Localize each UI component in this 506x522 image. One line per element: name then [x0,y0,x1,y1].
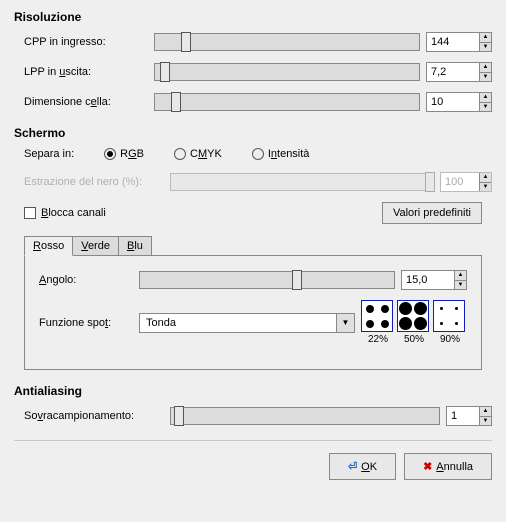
estrazione-slider [170,173,434,191]
section-antialiasing: Antialiasing Sovracampionamento: ▲▼ [14,384,492,426]
row-cella: Dimensione cella: ▲▼ [24,92,492,112]
cpp-label: CPP in ingresso: [24,36,148,48]
estrazione-input [441,173,479,191]
spot-select[interactable]: Tonda ▼ [139,313,355,333]
radio-cmyk[interactable]: CMYK [174,148,222,160]
angolo-slider[interactable] [139,271,395,289]
valori-predefiniti-button[interactable]: Valori predefiniti [382,202,482,224]
cella-up[interactable]: ▲ [480,93,491,103]
sovra-spin[interactable]: ▲▼ [446,406,492,426]
row-sovra: Sovracampionamento: ▲▼ [24,406,492,426]
ok-icon: ⏎ [348,460,357,473]
row-spot: Funzione spot: Tonda ▼ 22% [39,300,467,345]
section-risoluzione: Risoluzione CPP in ingresso: ▲▼ LPP in u… [14,10,492,112]
cancel-label: Annulla [436,461,473,473]
spot-label: Funzione spot: [39,317,133,329]
sovra-input[interactable] [447,407,479,425]
cpp-spin[interactable]: ▲▼ [426,32,492,52]
angolo-down[interactable]: ▼ [455,281,466,290]
lpp-spin[interactable]: ▲▼ [426,62,492,82]
radio-outer-icon [104,148,116,160]
separa-label: Separa in: [24,148,74,160]
dialog-buttons: ⏎ OK ✖ Annulla [14,453,492,480]
estrazione-spin: ▲▼ [440,172,492,192]
cancel-icon: ✖ [423,460,432,473]
spot-previews: 22% 50% 90% [361,300,467,345]
cpp-up[interactable]: ▲ [480,33,491,43]
angolo-input[interactable] [402,271,454,289]
row-estrazione: Estrazione del nero (%): ▲▼ [24,172,492,192]
preview-22-label: 22% [361,334,395,345]
lpp-label: LPP in uscita: [24,66,148,78]
radio-intensita[interactable]: Intensità [252,148,310,160]
cancel-button[interactable]: ✖ Annulla [404,453,492,480]
row-cpp: CPP in ingresso: ▲▼ [24,32,492,52]
row-lpp: LPP in uscita: ▲▼ [24,62,492,82]
lpp-slider[interactable] [154,63,420,81]
lpp-up[interactable]: ▲ [480,63,491,73]
chevron-down-icon: ▼ [336,314,354,332]
checkbox-icon [24,207,36,219]
preview-22[interactable] [361,300,393,332]
tab-panel-rosso: Angolo: ▲▼ Funzione spot: Tonda ▼ 22% [24,255,482,370]
cpp-down[interactable]: ▼ [480,43,491,52]
tab-rosso[interactable]: Rosso [24,236,73,256]
preview-90-label: 90% [433,334,467,345]
cella-slider[interactable] [154,93,420,111]
sovra-down[interactable]: ▼ [480,417,491,426]
lpp-down[interactable]: ▼ [480,73,491,82]
radio-cmyk-label: CMYK [190,148,222,160]
blocca-checkbox[interactable]: Blocca canali [24,207,106,219]
angolo-label: Angolo: [39,274,133,286]
radio-rgb-label: RGB [120,148,144,160]
tab-blu[interactable]: Blu [118,236,152,256]
tab-verde[interactable]: Verde [72,236,119,256]
sovra-up[interactable]: ▲ [480,407,491,417]
estrazione-label: Estrazione del nero (%): [24,176,164,188]
risoluzione-title: Risoluzione [14,10,492,24]
cella-spin[interactable]: ▲▼ [426,92,492,112]
radio-intensita-label: Intensità [268,148,310,160]
ok-button[interactable]: ⏎ OK [329,453,396,480]
spot-value: Tonda [140,314,336,332]
schermo-title: Schermo [14,126,492,140]
cpp-slider[interactable] [154,33,420,51]
angolo-up[interactable]: ▲ [455,271,466,281]
cella-label: Dimensione cella: [24,96,148,108]
section-schermo: Schermo Separa in: RGB CMYK Intensità Es… [14,126,492,370]
lpp-input[interactable] [427,63,479,81]
sovra-label: Sovracampionamento: [24,410,164,422]
preview-50-label: 50% [397,334,431,345]
radio-outer-icon [252,148,264,160]
cpp-input[interactable] [427,33,479,51]
blocca-row: Blocca canali Valori predefiniti [24,202,482,224]
sovra-slider[interactable] [170,407,440,425]
channel-tabs: Rosso Verde Blu [24,236,492,256]
radio-rgb[interactable]: RGB [104,148,144,160]
radio-outer-icon [174,148,186,160]
separator [14,440,492,441]
cella-down[interactable]: ▼ [480,103,491,112]
separa-row: Separa in: RGB CMYK Intensità [24,148,492,160]
blocca-label: Blocca canali [41,207,106,219]
cella-input[interactable] [427,93,479,111]
row-angolo: Angolo: ▲▼ [39,270,467,290]
ok-label: OK [361,461,377,473]
angolo-spin[interactable]: ▲▼ [401,270,467,290]
preview-50[interactable] [397,300,429,332]
antialiasing-title: Antialiasing [14,384,492,398]
preview-90[interactable] [433,300,465,332]
